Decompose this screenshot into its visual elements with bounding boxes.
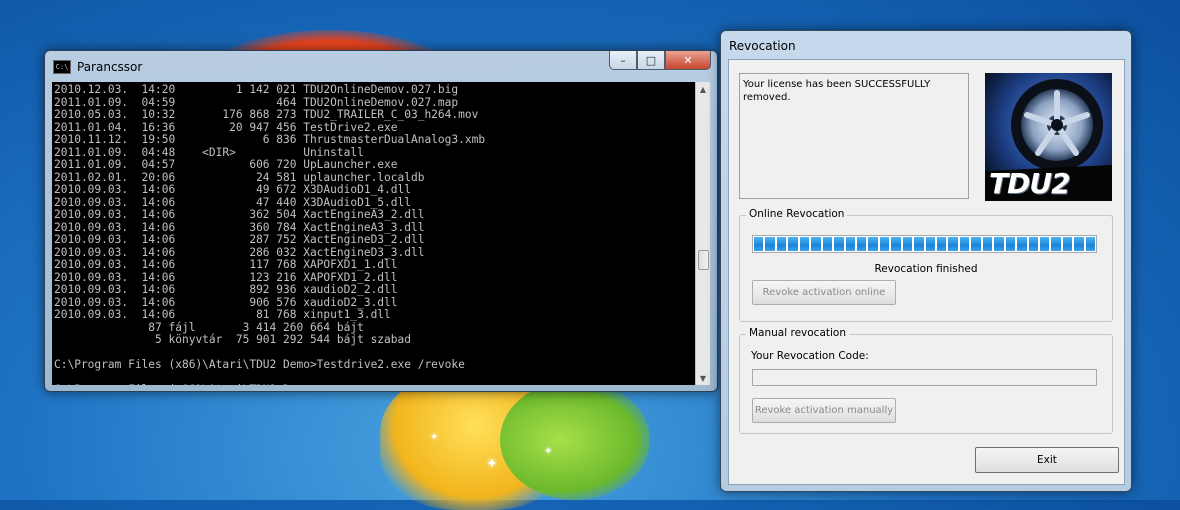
progress-segment: [971, 237, 981, 251]
revoke-manually-button[interactable]: Revoke activation manually: [752, 398, 896, 423]
window-title: Parancssor: [77, 60, 143, 74]
progress-segment: [1074, 237, 1084, 251]
window-titlebar[interactable]: C:\ Parancssor: [53, 57, 627, 77]
minimize-button[interactable]: –: [609, 51, 637, 70]
progress-segment: [902, 237, 913, 251]
progress-segment: [754, 237, 764, 251]
vertical-scrollbar[interactable]: ▲ ▼: [695, 82, 710, 385]
progress-segment: [982, 237, 993, 251]
progress-segment: [765, 237, 775, 251]
progress-segment: [834, 237, 844, 251]
revocation-dialog[interactable]: Revocation Your license has been SUCCESS…: [720, 30, 1132, 492]
revoke-online-button[interactable]: Revoke activation online: [752, 280, 896, 305]
command-prompt-window[interactable]: C:\ Parancssor – □ ✕ 2010.12.03. 14:20 1…: [44, 50, 718, 392]
progress-segment: [891, 237, 901, 251]
progress-segment: [879, 237, 890, 251]
sparkle-icon: ✦: [486, 456, 498, 472]
maximize-button[interactable]: □: [637, 51, 665, 70]
progress-segment: [811, 237, 821, 251]
revocation-code-label: Your Revocation Code:: [751, 350, 869, 362]
progress-segment: [776, 237, 787, 251]
exit-button[interactable]: Exit: [975, 447, 1119, 473]
progress-segment: [1062, 237, 1073, 251]
progress-segment: [914, 237, 924, 251]
revocation-code-field[interactable]: [752, 369, 1097, 386]
progress-segment: [1028, 237, 1038, 251]
wallpaper-decoration: [500, 380, 650, 500]
group-label: Manual revocation: [746, 327, 849, 339]
close-button[interactable]: ✕: [665, 51, 711, 70]
progress-segment: [925, 237, 935, 251]
dialog-client-area: Your license has been SUCCESSFULLY remov…: [728, 59, 1125, 485]
status-message: Your license has been SUCCESSFULLY remov…: [739, 73, 969, 199]
progress-segment: [788, 237, 798, 251]
scroll-down-icon[interactable]: ▼: [696, 371, 710, 385]
online-revocation-group: Online Revocation Revocation finished Re…: [739, 208, 1113, 322]
progress-status: Revocation finished: [874, 263, 978, 275]
manual-revocation-group: Manual revocation Your Revocation Code: …: [739, 327, 1113, 434]
progress-segment: [822, 237, 833, 251]
console-output[interactable]: 2010.12.03. 14:20 1 142 021 TDU2OnlineDe…: [52, 82, 695, 385]
console-text: 2010.12.03. 14:20 1 142 021 TDU2OnlineDe…: [54, 83, 486, 385]
scrollbar-thumb[interactable]: [698, 250, 709, 270]
logo-text: TDU2: [989, 167, 1071, 200]
dialog-title: Revocation: [729, 39, 796, 53]
progress-segment: [1051, 237, 1061, 251]
tdu2-logo: TDU2: [985, 73, 1112, 201]
progress-segment: [845, 237, 855, 251]
progress-segment: [1085, 237, 1096, 251]
revocation-progress-bar: [752, 235, 1097, 253]
progress-segment: [959, 237, 970, 251]
progress-segment: [948, 237, 958, 251]
progress-segment: [994, 237, 1004, 251]
progress-segment: [799, 237, 810, 251]
sparkle-icon: ✦: [430, 432, 439, 443]
progress-segment: [937, 237, 947, 251]
progress-segment: [856, 237, 867, 251]
scroll-up-icon[interactable]: ▲: [696, 82, 710, 96]
sparkle-icon: ✦: [544, 446, 553, 457]
group-label: Online Revocation: [746, 208, 848, 220]
progress-segment: [1017, 237, 1027, 251]
progress-segment: [1005, 237, 1016, 251]
progress-segment: [1039, 237, 1050, 251]
progress-segment: [868, 237, 878, 251]
cmd-icon: C:\: [53, 60, 71, 74]
